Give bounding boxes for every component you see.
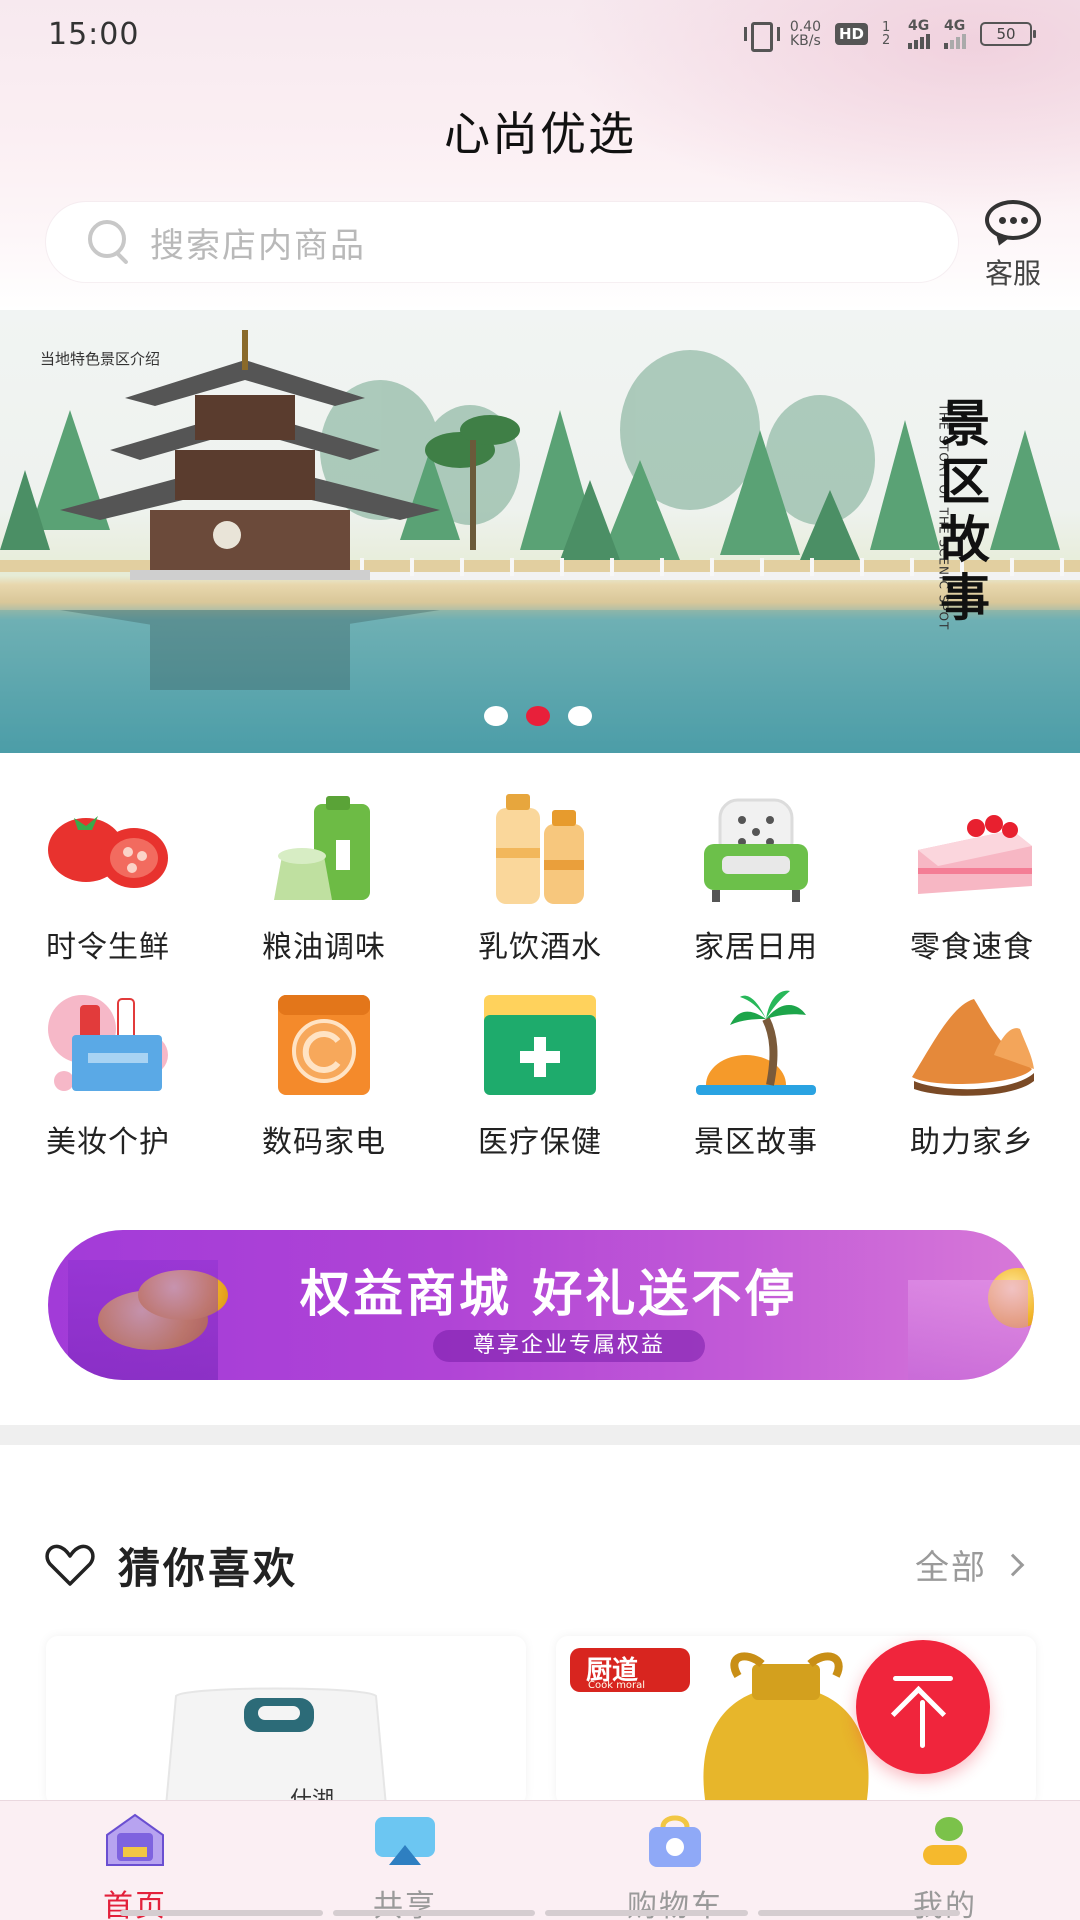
category-label: 医疗保健: [478, 1125, 602, 1160]
grain-oil-icon: [254, 790, 394, 910]
category-snacks[interactable]: 零食速食: [864, 790, 1080, 985]
product-card[interactable]: 什湖: [46, 1636, 526, 1806]
status-time: 15:00: [48, 16, 140, 52]
section-divider: [0, 1425, 1080, 1445]
promo-banner[interactable]: 权益商城 好礼送不停 尊享企业专属权益: [48, 1230, 1034, 1380]
sofa-icon: [686, 790, 826, 910]
category-label: 零食速食: [910, 930, 1034, 965]
scroll-to-top-button[interactable]: [856, 1640, 990, 1774]
banner-scenery-image: [0, 330, 1080, 753]
bottles-icon: [470, 790, 610, 910]
recommend-header: 猜你喜欢: [44, 1535, 298, 1596]
cosmetics-icon: [38, 985, 178, 1105]
signal-icon-2: 4G: [944, 17, 966, 49]
network-speed: 0.40 KB/s: [790, 20, 821, 48]
customer-service-button[interactable]: 客服: [958, 200, 1068, 292]
category-label: 家居日用: [694, 930, 818, 965]
category-fresh[interactable]: 时令生鲜: [0, 790, 216, 985]
category-label: 数码家电: [262, 1125, 386, 1160]
category-grid: 时令生鲜 粮油调味 乳饮酒水 家居日用 零食速食 美妆个护 数码家电 医疗保健 …: [0, 790, 1080, 1170]
hd-icon: HD: [834, 23, 868, 45]
banner-caption: 当地特色景区介绍: [40, 350, 161, 368]
network-type-2: 4G: [944, 17, 966, 34]
building-decoration: [908, 1280, 1028, 1380]
cake-icon: [902, 790, 1042, 910]
carousel-indicator[interactable]: [484, 706, 592, 726]
battery-icon: 50: [980, 22, 1036, 46]
tab-cart[interactable]: 购物车: [540, 1801, 810, 1920]
tomato-icon: [38, 790, 178, 910]
banner-title: 景区故事: [940, 394, 990, 627]
customer-service-label: 客服: [984, 257, 1041, 290]
carousel-dot[interactable]: [568, 706, 592, 726]
medical-kit-icon: [470, 985, 610, 1105]
product-brand-sub: Cook moral: [588, 1680, 646, 1691]
heart-icon: [44, 1544, 96, 1588]
see-all-link[interactable]: 全部: [915, 1540, 1025, 1589]
banner-carousel[interactable]: 当地特色景区介绍 THE STORY OF THE SCENIC SPOT 景区…: [0, 310, 1080, 753]
chevron-right-icon: [1001, 1553, 1025, 1576]
search-input[interactable]: 搜索店内商品: [46, 202, 958, 282]
category-beauty[interactable]: 美妆个护: [0, 985, 216, 1180]
category-label: 粮油调味: [262, 930, 386, 965]
washing-machine-icon: [254, 985, 394, 1105]
promo-subtitle: 尊享企业专属权益: [433, 1330, 706, 1362]
category-label: 景区故事: [694, 1125, 818, 1160]
category-scenic[interactable]: 景区故事: [648, 985, 864, 1180]
category-digital[interactable]: 数码家电: [216, 985, 432, 1180]
recommend-title: 猜你喜欢: [118, 1544, 299, 1593]
promo-title: 权益商城 好礼送不停: [300, 1265, 798, 1323]
tab-share[interactable]: 共享: [270, 1801, 540, 1920]
category-hometown[interactable]: 助力家乡: [864, 985, 1080, 1180]
vibrate-icon: [742, 20, 780, 52]
category-medical[interactable]: 医疗保健: [432, 985, 648, 1180]
see-all-label: 全部: [915, 1548, 987, 1588]
category-label: 时令生鲜: [46, 930, 170, 965]
status-bar: 15:00 0.40 KB/s HD 1 2 4G 4G 50: [0, 0, 1080, 68]
hd-sub-label: 1 2: [882, 20, 891, 48]
search-placeholder: 搜索店内商品: [150, 225, 366, 266]
network-type-1: 4G: [908, 17, 930, 34]
share-icon: [373, 1813, 437, 1869]
status-icons: 0.40 KB/s HD 1 2 4G 4G 50: [742, 17, 1036, 52]
rice-bag-image: [164, 1687, 388, 1806]
network-speed-unit: KB/s: [790, 33, 821, 49]
carousel-dot-active[interactable]: [526, 706, 550, 726]
gesture-bar: [120, 1910, 960, 1916]
tab-profile[interactable]: 我的: [810, 1801, 1080, 1920]
palm-island-icon: [686, 985, 826, 1105]
category-label: 助力家乡: [910, 1125, 1034, 1160]
cart-icon: [643, 1813, 707, 1869]
category-home[interactable]: 家居日用: [648, 790, 864, 985]
signal-icon: 4G: [908, 17, 930, 49]
search-icon: [86, 218, 134, 266]
carousel-dot[interactable]: [484, 706, 508, 726]
profile-icon: [913, 1813, 977, 1869]
page-title: 心尚优选: [444, 107, 636, 161]
category-drinks[interactable]: 乳饮酒水: [432, 790, 648, 985]
category-label: 美妆个护: [46, 1125, 170, 1160]
chat-bubble-icon: [983, 200, 1043, 249]
building-decoration: [68, 1260, 218, 1380]
tab-home[interactable]: 首页: [0, 1801, 270, 1920]
category-grain-oil[interactable]: 粮油调味: [216, 790, 432, 985]
home-icon: [103, 1813, 167, 1869]
bottom-tab-bar: 首页 共享 购物车 我的: [0, 1800, 1080, 1920]
mountain-icon: [902, 985, 1042, 1105]
category-label: 乳饮酒水: [478, 930, 602, 965]
